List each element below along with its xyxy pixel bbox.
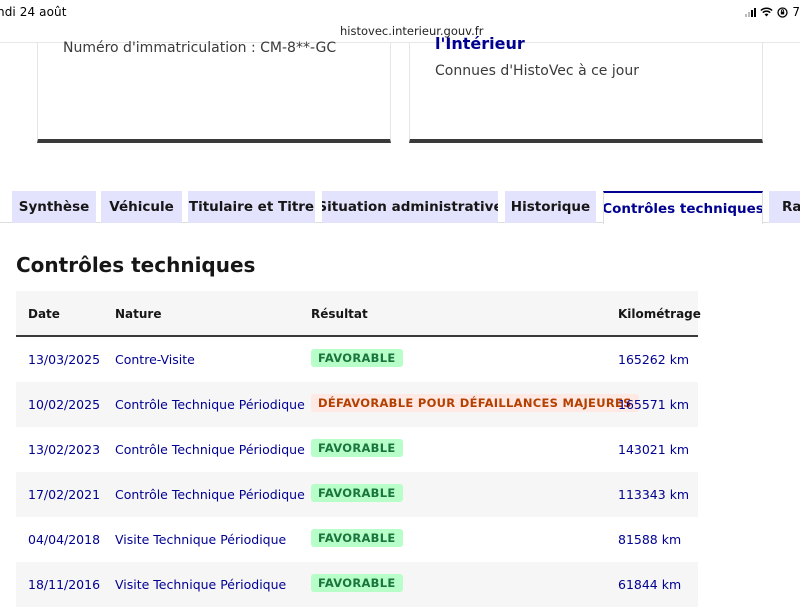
info-card: l'Intérieur Connues d'HistoVec à ce jour — [409, 34, 763, 143]
tab-controles-techniques[interactable]: Contrôles techniques — [603, 191, 763, 224]
orientation-lock-icon — [777, 6, 789, 18]
row-mileage: 61844 km — [618, 577, 682, 592]
row-date: 13/02/2023 — [28, 442, 101, 457]
wifi-icon — [760, 7, 773, 17]
table-row: 10/02/2025 Contrôle Technique Périodique… — [16, 382, 698, 427]
tab-historique[interactable]: Historique — [505, 191, 596, 223]
result-badge: DÉFAVORABLE POUR DÉFAILLANCES MAJEURES — [311, 394, 639, 412]
result-badge: FAVORABLE — [311, 484, 403, 502]
row-nature: Contrôle Technique Périodique — [115, 487, 305, 502]
row-mileage: 143021 km — [618, 442, 690, 457]
tab-situation-administrative[interactable]: Situation administrative — [322, 191, 498, 223]
row-nature: Contre-Visite — [115, 352, 195, 367]
status-date: ndi 24 août — [0, 5, 67, 19]
header-date: Date — [28, 307, 60, 321]
result-badge: FAVORABLE — [311, 574, 403, 592]
row-mileage: 165262 km — [618, 352, 690, 367]
row-date: 04/04/2018 — [28, 532, 101, 547]
row-nature: Visite Technique Périodique — [115, 577, 287, 592]
table-row: 13/03/2025 Contre-Visite FAVORABLE 16526… — [16, 337, 698, 382]
section-title: Contrôles techniques — [16, 253, 256, 277]
battery-percent: 7 — [792, 5, 800, 19]
header-nature: Nature — [115, 307, 162, 321]
registration-number: Numéro d'immatriculation : CM-8**-GC — [63, 40, 337, 56]
result-badge: FAVORABLE — [311, 349, 403, 367]
header-result: Résultat — [311, 307, 368, 321]
status-bar: ndi 24 août 7 — [0, 0, 800, 22]
tab-vehicule[interactable]: Véhicule — [101, 191, 182, 223]
tab-synthese[interactable]: Synthèse — [12, 191, 96, 223]
tab-titulaire-et-titre[interactable]: Titulaire et Titre — [188, 191, 315, 223]
row-date: 18/11/2016 — [28, 577, 101, 592]
result-badge: FAVORABLE — [311, 529, 403, 547]
row-date: 10/02/2025 — [28, 397, 101, 412]
table-row: 13/02/2023 Contrôle Technique Périodique… — [16, 427, 698, 472]
row-mileage: 113343 km — [618, 487, 690, 502]
status-icons: 7 — [745, 5, 800, 19]
row-mileage: 81588 km — [618, 532, 682, 547]
table-row: 17/02/2021 Contrôle Technique Périodique… — [16, 472, 698, 517]
tab-rapport[interactable]: Rap — [769, 191, 800, 223]
technical-inspections-table: Date Nature Résultat Kilométrage 13/03/2… — [16, 291, 701, 607]
row-date: 17/02/2021 — [28, 487, 101, 502]
row-mileage: 165571 km — [618, 397, 690, 412]
table-row: 18/11/2016 Visite Technique Périodique F… — [16, 562, 698, 607]
table-header: Date Nature Résultat Kilométrage — [16, 291, 701, 337]
cellular-signal-icon — [745, 7, 757, 17]
table-row: 04/04/2018 Visite Technique Périodique F… — [16, 517, 698, 562]
registration-card: Numéro d'immatriculation : CM-8**-GC — [37, 40, 391, 143]
header-mileage: Kilométrage — [618, 307, 701, 321]
info-card-title: l'Intérieur — [435, 34, 525, 53]
row-date: 13/03/2025 — [28, 352, 101, 367]
row-nature: Contrôle Technique Périodique — [115, 442, 305, 457]
info-card-subtitle: Connues d'HistoVec à ce jour — [435, 63, 639, 79]
result-badge: FAVORABLE — [311, 439, 403, 457]
row-nature: Contrôle Technique Périodique — [115, 397, 305, 412]
row-nature: Visite Technique Périodique — [115, 532, 287, 547]
